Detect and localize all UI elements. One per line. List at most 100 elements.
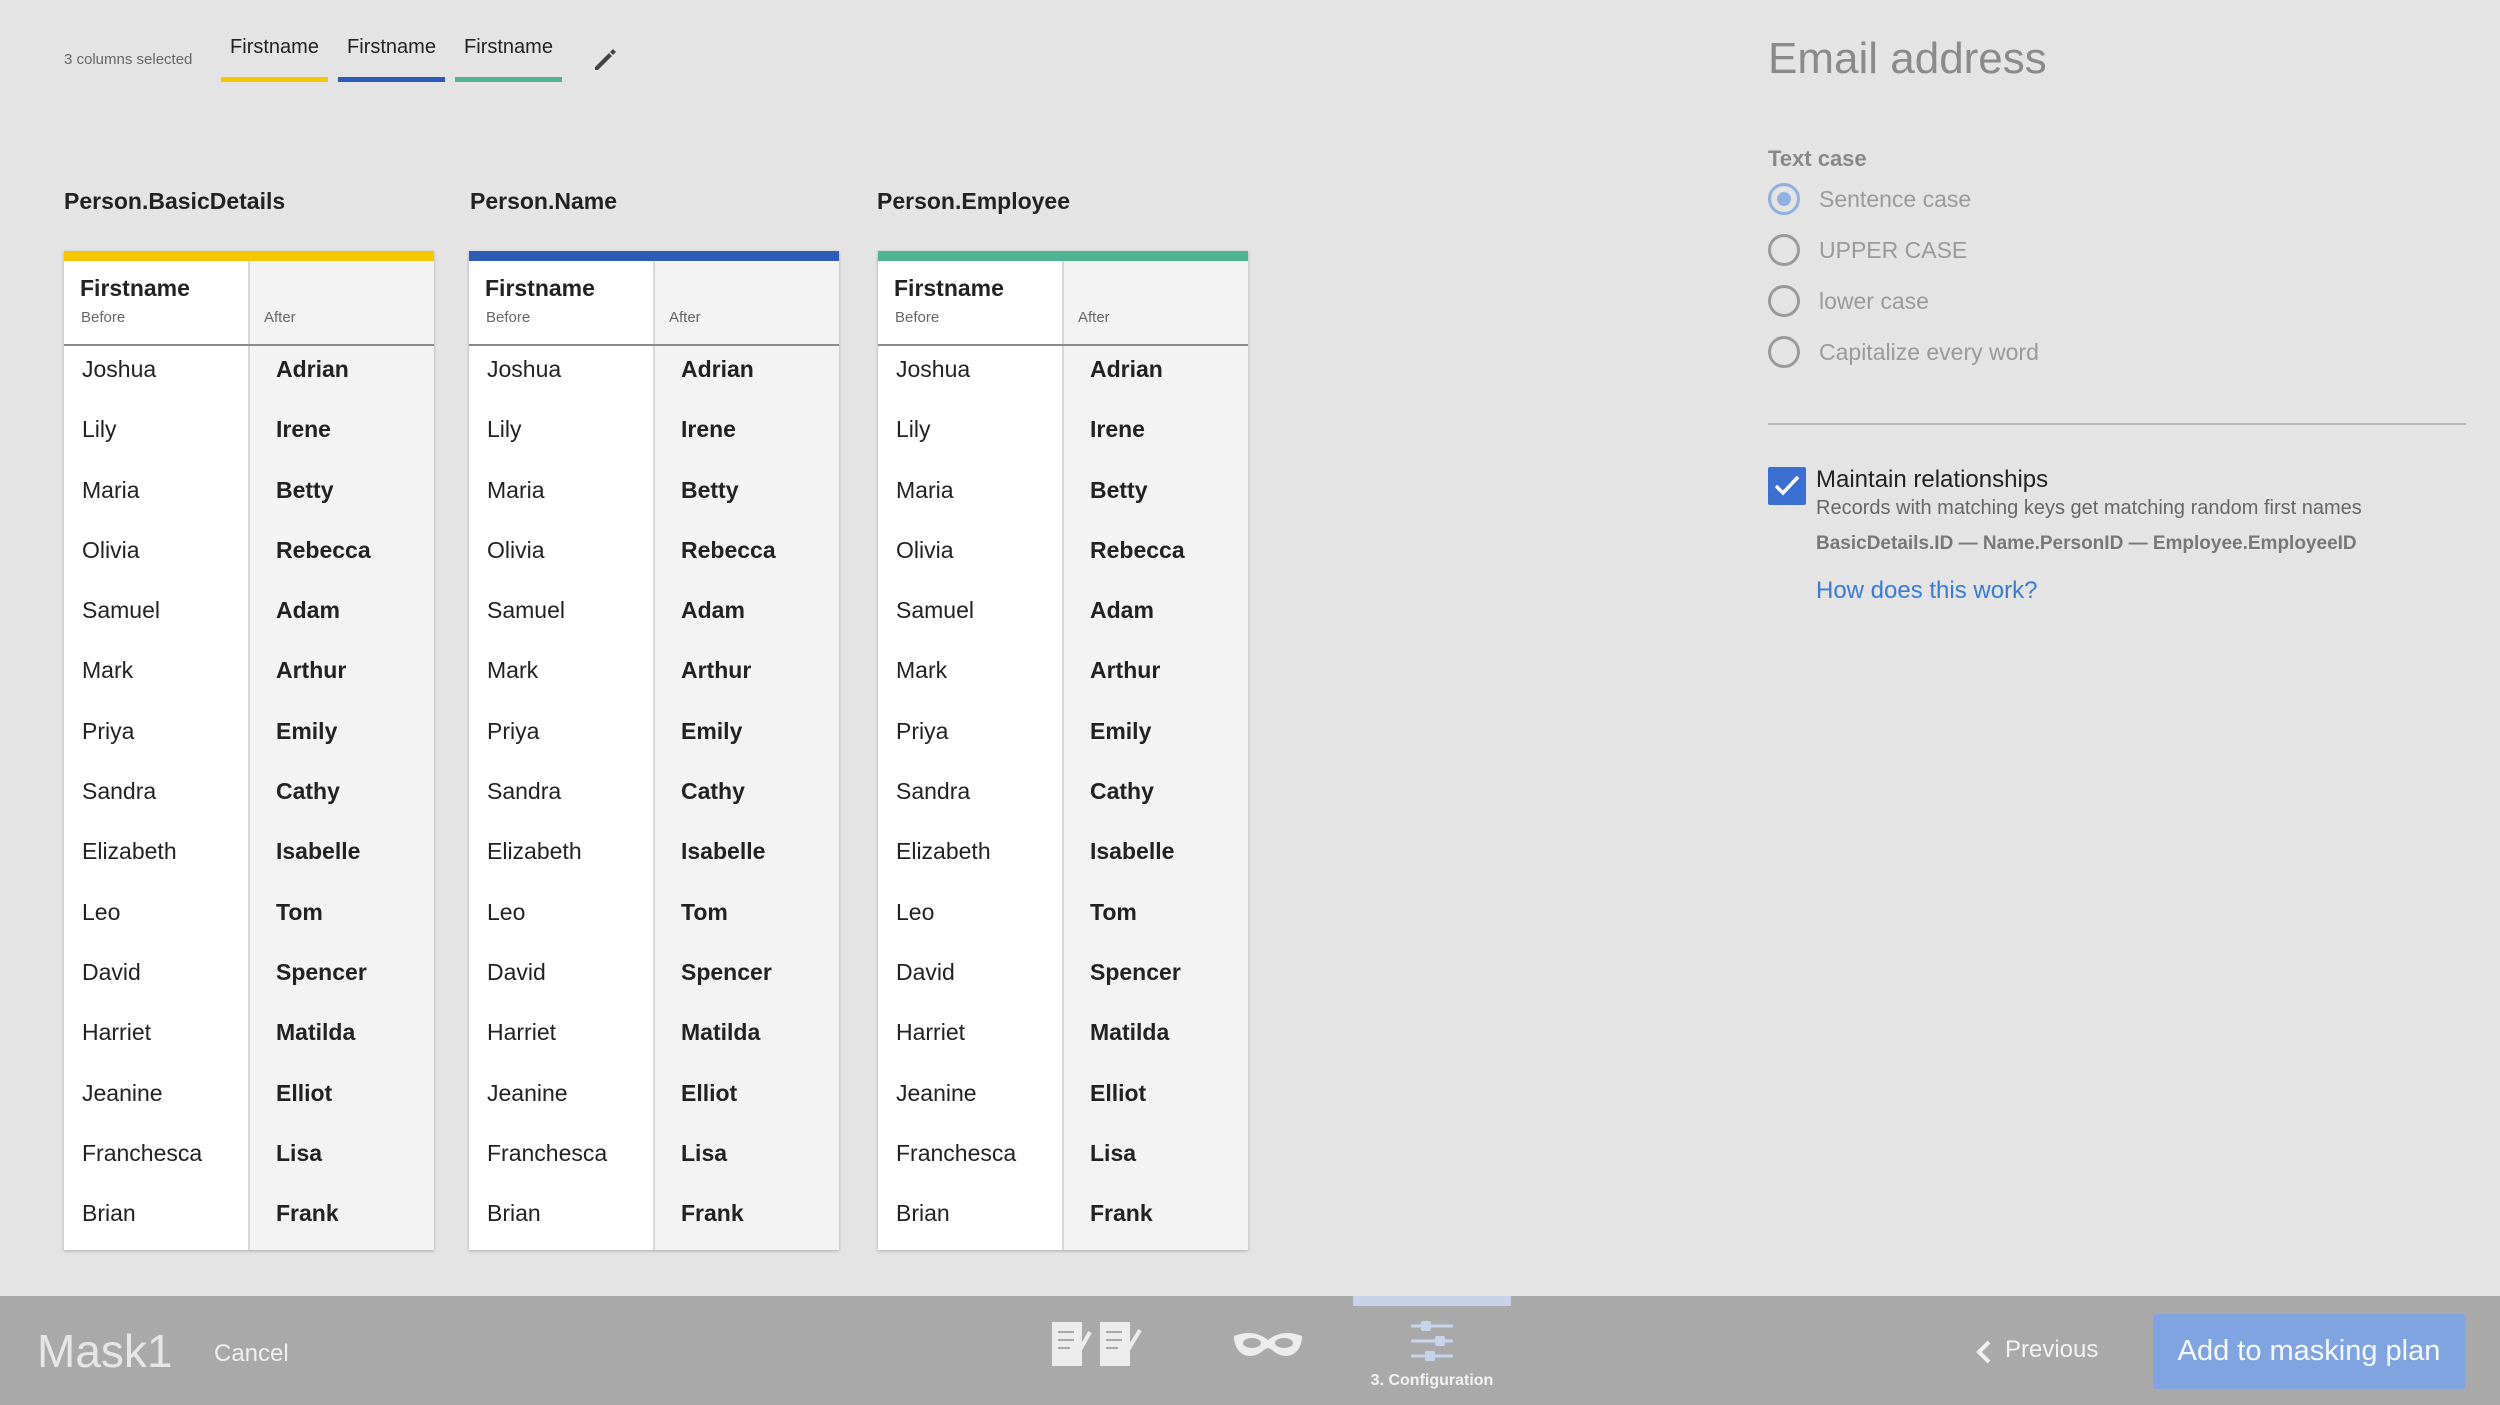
column-title: Firstname [485,275,595,301]
table-row: David Spencer [469,949,839,1009]
table-row: Olivia Rebecca [878,527,1248,587]
maintain-relationships-description: Records with matching keys get matching … [1816,497,2362,519]
table-row: Leo Tom [878,889,1248,949]
after-value: Elliot [1090,1079,1147,1106]
before-value: Lily [487,416,522,443]
previous-label: Previous [2005,1336,2099,1363]
radio-label: lower case [1819,288,1929,314]
after-value: Elliot [681,1079,738,1106]
selected-column-tab-3[interactable]: Firstname [455,34,562,82]
after-value: Adam [681,597,745,624]
after-value: Rebecca [681,536,776,563]
radio-unselected-icon [1768,336,1800,368]
table-row: Olivia Rebecca [469,527,839,587]
after-value: Frank [276,1200,339,1227]
table-row: Franchesca Lisa [64,1130,434,1190]
card-color-bar [469,251,839,261]
table-row: Lily Irene [64,406,434,466]
before-label: Before [895,309,940,326]
sliders-icon [1411,1321,1453,1361]
add-to-masking-plan-button[interactable]: Add to masking plan [2153,1314,2465,1389]
relationship-keys: BasicDetails.ID — Name.PersonID — Employ… [1816,533,2357,554]
after-value: Adrian [1090,356,1163,382]
before-value: Elizabeth [82,838,177,865]
table-row: Sandra Cathy [64,768,434,828]
after-value: Emily [276,717,338,744]
after-label: After [669,309,701,326]
selected-column-label: Firstname [230,36,319,58]
table-row: Maria Betty [469,467,839,527]
after-value: Tom [276,898,323,925]
before-value: Joshua [82,356,157,382]
table-row: Priya Emily [878,708,1248,768]
table-row: Harriet Matilda [64,1009,434,1069]
before-value: Jeanine [487,1079,568,1106]
after-value: Frank [681,1200,744,1227]
table-row: Joshua Adrian [469,346,839,406]
step-select-columns[interactable] [1050,1296,1146,1405]
table-row: Leo Tom [469,889,839,949]
after-value: Adrian [276,356,349,382]
table-row: Elizabeth Isabelle [469,828,839,888]
table-row: Joshua Adrian [64,346,434,406]
before-value: Brian [82,1200,136,1227]
before-value: Priya [82,717,135,744]
step-masking[interactable] [1230,1296,1306,1405]
before-value: Maria [82,476,140,503]
before-value: Harriet [82,1019,152,1046]
after-value: Lisa [681,1139,728,1166]
before-value: Samuel [896,597,974,624]
table-row: Franchesca Lisa [878,1130,1248,1190]
after-value: Irene [276,416,331,443]
table-row: Brian Frank [64,1190,434,1250]
before-value: Lily [82,416,117,443]
radio-sentence-case[interactable]: Sentence case [1768,183,2268,223]
before-value: Franchesca [82,1139,203,1166]
tab-underline [221,77,328,82]
documents-check-icon [1052,1322,1142,1366]
tab-underline [338,77,445,82]
after-value: Betty [1090,476,1148,503]
before-value: Brian [896,1200,950,1227]
mask-icon [1234,1333,1302,1356]
how-does-this-work-link[interactable]: How does this work? [1816,577,2037,605]
before-value: Samuel [82,597,160,624]
before-value: Priya [487,717,540,744]
before-value: Leo [896,898,935,925]
cancel-link[interactable]: Cancel [214,1340,289,1368]
before-value: Maria [487,476,545,503]
card-color-bar [878,251,1248,261]
radio-lower-case[interactable]: lower case [1768,285,2268,325]
table-row: Priya Emily [64,708,434,768]
maintain-relationships-label: Maintain relationships [1816,466,2049,493]
after-label: After [264,309,296,326]
before-value: Sandra [487,778,562,805]
preview-card-basicdetails: Firstname Before After Joshua Adrian Lily I… [64,251,434,1250]
after-value: Matilda [1090,1019,1170,1046]
after-value: Adrian [681,356,754,382]
table-row: Maria Betty [64,467,434,527]
table-row: Samuel Adam [878,587,1248,647]
radio-label: Sentence case [1819,186,1972,212]
table-row: Sandra Cathy [878,768,1248,828]
text-case-label: Text case [1768,146,1867,171]
radio-capitalize-every-word[interactable]: Capitalize every word [1768,336,2268,376]
pencil-icon[interactable] [590,44,620,74]
before-value: David [487,958,546,985]
preview-card-name: Firstname Before After Joshua Adrian Lily I… [469,251,839,1250]
table-row: Lily Irene [469,406,839,466]
radio-upper-case[interactable]: UPPER CASE [1768,234,2268,274]
radio-selected-icon [1768,183,1800,215]
after-value: Rebecca [1090,536,1185,563]
table-row: Jeanine Elliot [64,1070,434,1130]
maintain-relationships-checkbox[interactable] [1768,467,1806,505]
selected-column-tab-2[interactable]: Firstname [338,34,445,82]
card-color-bar [64,251,434,261]
preview-card-employee: Firstname Before After Joshua Adrian Lily I… [878,251,1248,1250]
before-value: Maria [896,476,954,503]
selected-column-tab-1[interactable]: Firstname [221,34,328,82]
after-value: Cathy [276,778,340,805]
before-value: Joshua [896,356,971,382]
table-row: Brian Frank [878,1190,1248,1250]
before-value: Brian [487,1200,541,1227]
